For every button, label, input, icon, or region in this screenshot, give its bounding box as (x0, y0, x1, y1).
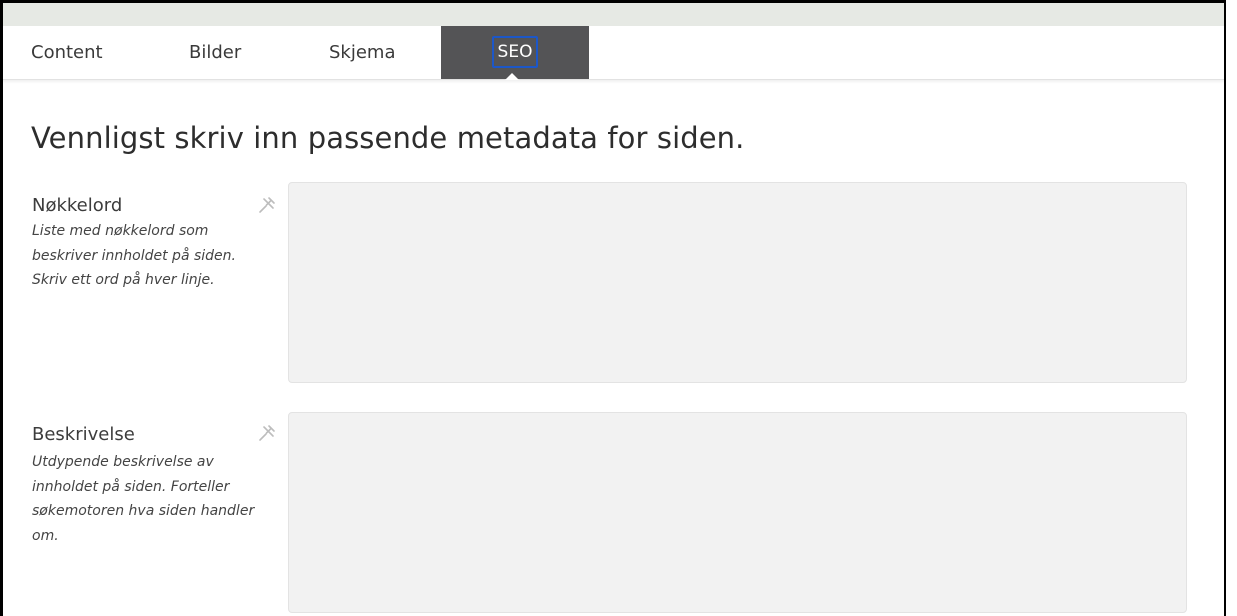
pin-icon[interactable] (257, 195, 277, 215)
description-label: Beskrivelse (32, 424, 135, 445)
tab-bilder-label: Bilder (189, 42, 242, 63)
tab-seo-label: SEO (491, 35, 539, 68)
tab-skjema[interactable]: Skjema (329, 26, 396, 79)
active-tab-caret-icon (505, 73, 519, 80)
description-help-text: Utdypende beskrivelse av innholdet på si… (32, 454, 255, 544)
tab-skjema-label: Skjema (329, 42, 396, 63)
top-strip (3, 3, 1224, 26)
keywords-label: Nøkkelord (32, 195, 123, 216)
pin-icon[interactable] (257, 423, 277, 443)
keywords-field[interactable] (288, 182, 1187, 383)
tab-bilder[interactable]: Bilder (189, 26, 241, 79)
editor-panel: Content Bilder Skjema SEO Vennligst skri… (0, 0, 1226, 616)
description-field[interactable] (288, 412, 1187, 613)
tab-seo[interactable]: SEO (441, 26, 589, 80)
keywords-help-text: Liste med nøkkelord som beskriver innhol… (32, 223, 236, 288)
tab-content-label: Content (31, 42, 103, 63)
page-title: Vennligst skriv inn passende metadata fo… (31, 121, 745, 155)
tab-bar: Content Bilder Skjema SEO (3, 26, 1224, 80)
tab-content[interactable]: Content (31, 26, 103, 79)
